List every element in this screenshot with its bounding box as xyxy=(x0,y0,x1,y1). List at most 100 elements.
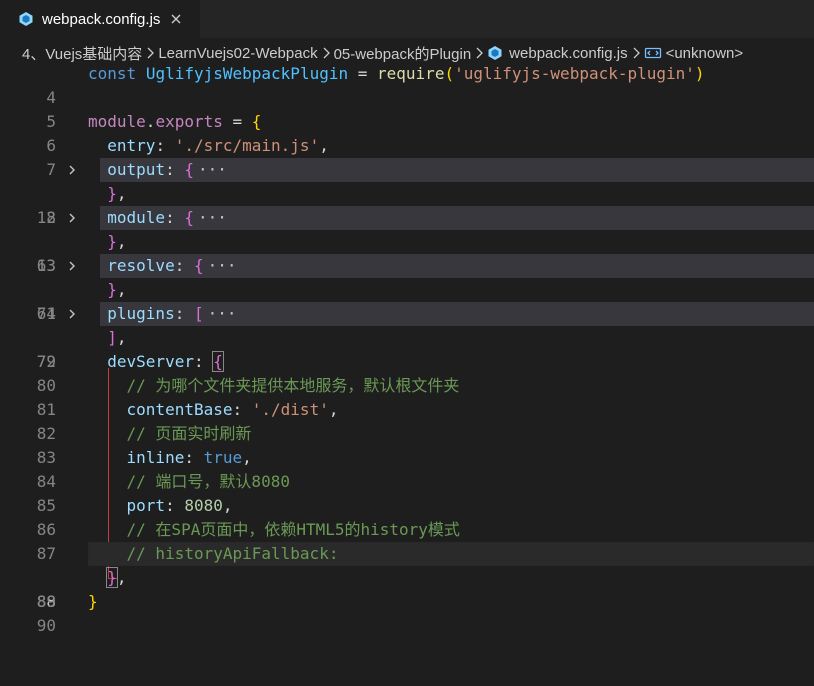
code-text: module: {··· xyxy=(88,206,227,230)
chevron-right-icon[interactable] xyxy=(66,308,78,320)
token-punct: : xyxy=(193,352,214,371)
token-bracket: } xyxy=(107,280,117,299)
token-key: output xyxy=(107,160,166,179)
token-punct: : xyxy=(184,448,204,467)
token-variable: UglifyjsWebpackPlugin xyxy=(145,64,349,83)
token-comment: // 在SPA页面中，依赖HTML5的history模式 xyxy=(126,520,460,539)
token-bracket: { xyxy=(251,112,262,131)
token-punct: : xyxy=(174,304,194,323)
token-string: './dist' xyxy=(251,400,329,419)
code-line-4: 4 const UglifyjsWebpackPlugin = require(… xyxy=(0,62,814,107)
code-line-79: 79 ], xyxy=(0,326,814,371)
fold-ellipsis[interactable]: ··· xyxy=(198,208,227,227)
breadcrumb-label: LearnVuejs02-Webpack xyxy=(158,44,318,62)
breadcrumb-label: webpack.config.js xyxy=(509,44,628,62)
code-line-64: 64 resolve: {··· xyxy=(0,254,814,323)
token-bracket: } xyxy=(88,592,98,611)
code-text: ], xyxy=(88,326,126,350)
token-punct: : xyxy=(165,160,185,179)
token-punct: , xyxy=(319,136,329,155)
token-key: contentBase xyxy=(126,400,233,419)
breadcrumb-label: 4、Vuejs基础内容 xyxy=(22,45,143,63)
token-punct: , xyxy=(116,280,127,299)
token-bracket: { xyxy=(184,160,194,179)
token-punct: : xyxy=(232,400,252,419)
code-line-80: 80 devServer: { xyxy=(0,350,814,395)
breadcrumb-label: <unknown> xyxy=(665,44,744,62)
line-number: 90 xyxy=(36,616,56,635)
breadcrumb-item-symbol[interactable]: <unknown> xyxy=(644,44,744,62)
close-icon[interactable] xyxy=(168,11,184,27)
code-text: module.exports = { xyxy=(88,110,261,134)
code-editor[interactable]: 4 const UglifyjsWebpackPlugin = require(… xyxy=(0,62,814,635)
code-text: }, xyxy=(88,278,127,302)
token-punct: : xyxy=(155,136,175,155)
code-line-85: 85 // 端口号，默认8080 xyxy=(0,470,814,515)
token-punct: . xyxy=(145,112,156,131)
breadcrumb-item-folder-basics[interactable]: 4、Vuejs基础内容 xyxy=(22,43,142,64)
code-line-88: 88 // historyApiFallback: xyxy=(0,542,814,611)
token-string: './src/main.js' xyxy=(174,136,320,155)
symbol-variable-icon xyxy=(644,47,661,59)
token-property: exports xyxy=(155,112,223,131)
code-text: // 页面实时刷新 xyxy=(88,422,252,446)
fold-ellipsis[interactable]: ··· xyxy=(208,256,237,275)
code-line-84: 84 inline: true, xyxy=(0,446,814,491)
token-punct: : xyxy=(165,496,185,515)
breadcrumb-item-file[interactable]: webpack.config.js xyxy=(487,44,628,62)
token-punct: : xyxy=(165,208,185,227)
token-bracket: ] xyxy=(107,328,117,347)
code-line-71: 71 }, xyxy=(0,278,814,323)
code-text: output: {··· xyxy=(88,158,227,182)
chevron-right-icon[interactable] xyxy=(66,164,78,176)
token-key: entry xyxy=(107,136,156,155)
token-keyword: const xyxy=(88,64,137,83)
code-text: // 在SPA页面中，依赖HTML5的history模式 xyxy=(88,518,460,542)
breadcrumb-label: 05-webpack的Plugin xyxy=(333,45,472,63)
token-boolean: true xyxy=(203,448,243,467)
token-bracket: ) xyxy=(694,64,705,83)
breadcrumb-item-project[interactable]: LearnVuejs02-Webpack xyxy=(158,45,317,62)
token-key: module xyxy=(107,208,166,227)
chevron-right-icon xyxy=(145,47,155,59)
code-text: }, xyxy=(88,230,127,254)
token-function: require xyxy=(377,64,445,83)
token-comment: // 端口号，默认8080 xyxy=(126,472,290,491)
token-key: port xyxy=(126,496,166,515)
token-punct: : xyxy=(174,256,194,275)
code-text: const UglifyjsWebpackPlugin = require('u… xyxy=(88,62,705,86)
code-text: contentBase: './dist', xyxy=(88,398,339,422)
token-bracket: { xyxy=(184,208,194,227)
webpack-file-icon xyxy=(488,46,502,60)
code-line-87: 87 // 在SPA页面中，依赖HTML5的history模式 xyxy=(0,518,814,563)
code-line-13: 13 module: {··· xyxy=(0,206,814,275)
breadcrumb-item-plugin-folder[interactable]: 05-webpack的Plugin xyxy=(334,43,472,64)
fold-ellipsis[interactable]: ··· xyxy=(198,160,227,179)
fold-ellipsis[interactable]: ··· xyxy=(208,304,237,323)
token-key: devServer xyxy=(107,352,194,371)
editor-tab-bar: webpack.config.js xyxy=(0,0,814,38)
token-comment: // 页面实时刷新 xyxy=(126,424,252,443)
token-module: module xyxy=(88,112,146,131)
chevron-right-icon xyxy=(474,47,484,59)
code-line-6: 6 module.exports = { xyxy=(0,110,814,155)
token-bracket: { xyxy=(193,256,204,275)
code-line-90: 90 } xyxy=(0,590,814,635)
code-line-8: 8 output: {··· xyxy=(0,158,814,227)
code-line-7: 7 entry: './src/main.js', xyxy=(0,134,814,179)
chevron-right-icon[interactable] xyxy=(66,212,78,224)
code-text: // historyApiFallback: xyxy=(88,542,339,566)
tab-webpack-config[interactable]: webpack.config.js xyxy=(0,0,200,38)
token-punct: , xyxy=(116,232,127,251)
code-text: }, xyxy=(88,566,127,590)
token-punct: , xyxy=(222,496,233,515)
token-operator: = xyxy=(348,64,378,83)
code-line-72: 72 plugins: [··· xyxy=(0,302,814,371)
token-bracket: ( xyxy=(444,64,455,83)
chevron-right-icon[interactable] xyxy=(66,260,78,272)
code-line-63: 63 }, xyxy=(0,230,814,275)
token-key: plugins xyxy=(107,304,175,323)
token-comment: // historyApiFallback: xyxy=(126,544,339,563)
code-text: resolve: {··· xyxy=(88,254,237,278)
chevron-right-icon xyxy=(631,47,641,59)
